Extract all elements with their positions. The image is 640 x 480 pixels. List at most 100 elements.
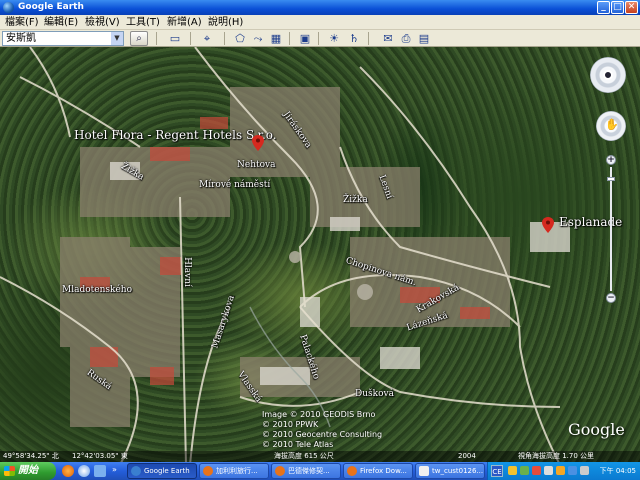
network-icon[interactable] bbox=[544, 466, 553, 475]
path-icon[interactable]: ⤳ bbox=[250, 31, 266, 46]
attribution-line: Image © 2010 GEODIS Brno bbox=[262, 410, 376, 419]
google-logo: Google bbox=[568, 420, 625, 439]
tray-app-icon[interactable] bbox=[580, 466, 589, 475]
attribution-line: © 2010 PPWK bbox=[262, 420, 319, 429]
menu-add[interactable]: 新增(A) bbox=[167, 16, 202, 29]
street-label: Žižka bbox=[343, 195, 368, 205]
start-button[interactable]: 開始 bbox=[0, 462, 56, 480]
attribution-line: © 2010 Tele Atlas bbox=[262, 440, 334, 449]
zoom-out-icon[interactable]: − bbox=[606, 293, 616, 303]
tray-app-icon[interactable] bbox=[508, 466, 517, 475]
street-label: Mladotenského bbox=[62, 285, 132, 295]
taskbar-button-label: 加利利旅行... bbox=[216, 467, 258, 475]
email-icon[interactable]: ✉ bbox=[380, 31, 396, 46]
ie-icon[interactable] bbox=[78, 465, 90, 477]
longitude-readout: 12°42'03.05" 東 bbox=[72, 452, 128, 460]
hand-icon: ✋ bbox=[605, 118, 619, 131]
tray-app-icon[interactable] bbox=[520, 466, 529, 475]
elevation-readout: 海拔高度 615 公尺 bbox=[274, 452, 334, 460]
search-value: 安斯凱 bbox=[6, 33, 36, 44]
poi-label-hotel[interactable]: Hotel Flora - Regent Hotels S.r.o. bbox=[74, 128, 277, 142]
google-earth-icon bbox=[3, 2, 14, 13]
look-around-control[interactable] bbox=[590, 57, 626, 93]
document-icon bbox=[419, 466, 429, 476]
menu-help[interactable]: 說明(H) bbox=[208, 16, 243, 29]
menu-tools[interactable]: 工具(T) bbox=[126, 16, 160, 29]
toolbar-separator bbox=[368, 32, 369, 45]
placemark-pin-icon[interactable] bbox=[542, 217, 554, 233]
search-button[interactable]: ⌕ bbox=[130, 31, 148, 46]
street-label: Mírové náměstí bbox=[199, 180, 271, 190]
taskbar-button-label: 巴德傑修契... bbox=[288, 467, 330, 475]
close-button[interactable]: ✕ bbox=[625, 1, 638, 14]
map-view[interactable]: Hotel Flora - Regent Hotels S.r.o. Espla… bbox=[0, 47, 640, 465]
taskbar-button-label: Firefox Dow... bbox=[360, 467, 407, 475]
clock[interactable]: 下午 04:05 bbox=[600, 462, 636, 480]
eye-altitude-readout: 視角海拔高度 1.70 公里 bbox=[518, 452, 595, 460]
placemark-pin-icon[interactable] bbox=[252, 135, 264, 151]
quicklaunch-more-icon[interactable]: » bbox=[112, 465, 117, 474]
imagery-year: 2004 bbox=[458, 452, 476, 460]
taskbar-button-file[interactable]: tw_cust0126... bbox=[415, 463, 485, 479]
firefox-icon[interactable] bbox=[62, 465, 74, 477]
volume-icon[interactable] bbox=[568, 466, 577, 475]
tray-app-icon[interactable] bbox=[532, 466, 541, 475]
zoom-slider[interactable]: + − bbox=[606, 155, 616, 305]
placemark-icon[interactable]: ⌖ bbox=[199, 31, 215, 46]
menu-bar: 檔案(F) 編輯(E) 檢視(V) 工具(T) 新增(A) 說明(H) bbox=[0, 15, 640, 30]
title-bar: Google Earth _ □ ✕ bbox=[0, 0, 640, 15]
firefox-icon bbox=[347, 466, 357, 476]
toolbar-separator bbox=[190, 32, 191, 45]
zoom-in-icon[interactable]: + bbox=[606, 155, 616, 165]
toolbar-separator bbox=[156, 32, 157, 45]
window-title: Google Earth bbox=[18, 2, 84, 12]
language-indicator[interactable]: CE bbox=[491, 465, 503, 477]
image-overlay-icon[interactable]: ▦ bbox=[268, 31, 284, 46]
street-label: Dušková bbox=[355, 389, 394, 399]
menu-edit[interactable]: 編輯(E) bbox=[44, 16, 78, 29]
map-features bbox=[0, 47, 570, 465]
start-label: 開始 bbox=[18, 465, 38, 476]
taskbar-button-firefox-2[interactable]: 巴德傑修契... bbox=[271, 463, 341, 479]
status-bar: 49°58'34.25" 北 12°42'03.05" 東 海拔高度 615 公… bbox=[0, 451, 640, 462]
taskbar-button-firefox-1[interactable]: 加利利旅行... bbox=[199, 463, 269, 479]
street-label: Hlavní bbox=[181, 257, 192, 287]
show-desktop-icon[interactable] bbox=[94, 465, 106, 477]
taskbar-button-google-earth[interactable]: Google Earth bbox=[127, 463, 197, 479]
firefox-icon bbox=[275, 466, 285, 476]
zoom-thumb[interactable] bbox=[607, 176, 615, 181]
search-icon: ⌕ bbox=[136, 33, 142, 44]
toolbar-separator bbox=[318, 32, 319, 45]
toolbar-separator bbox=[224, 32, 225, 45]
imagery-attribution: Image © 2010 GEODIS Brno © 2010 PPWK © 2… bbox=[262, 410, 382, 450]
print-icon[interactable]: ⎙ bbox=[398, 31, 414, 46]
eye-icon bbox=[603, 70, 613, 80]
minimize-button[interactable]: _ bbox=[597, 1, 610, 14]
latitude-readout: 49°58'34.25" 北 bbox=[3, 452, 59, 460]
tray-app-icon[interactable] bbox=[556, 466, 565, 475]
maps-icon[interactable]: ▤ bbox=[416, 31, 432, 46]
taskbar: 開始 » Google Earth 加利利旅行... 巴德傑修契... Fire… bbox=[0, 462, 640, 480]
taskbar-button-label: tw_cust0126... bbox=[432, 467, 484, 475]
zoom-track[interactable] bbox=[610, 167, 612, 291]
tour-icon[interactable]: ▣ bbox=[297, 31, 313, 46]
taskbar-button-firefox-downloads[interactable]: Firefox Dow... bbox=[343, 463, 413, 479]
maximize-button[interactable]: □ bbox=[611, 1, 624, 14]
menu-view[interactable]: 檢視(V) bbox=[85, 16, 120, 29]
attribution-line: © 2010 Geocentre Consulting bbox=[262, 430, 383, 439]
windows-logo-icon bbox=[4, 466, 15, 476]
menu-file[interactable]: 檔案(F) bbox=[5, 16, 39, 29]
street-label: Nehtova bbox=[237, 160, 276, 170]
sidebar-toggle-icon[interactable]: ▭ bbox=[167, 31, 183, 46]
sun-icon[interactable]: ☀ bbox=[326, 31, 342, 46]
planet-icon[interactable]: ♄ bbox=[346, 31, 362, 46]
toolbar-separator bbox=[289, 32, 290, 45]
taskbar-button-label: Google Earth bbox=[144, 467, 190, 475]
system-tray: CE 下午 04:05 bbox=[487, 462, 640, 480]
firefox-icon bbox=[203, 466, 213, 476]
google-earth-icon bbox=[131, 466, 141, 476]
move-control[interactable]: ✋ bbox=[596, 111, 626, 141]
polygon-icon[interactable]: ⬠ bbox=[232, 31, 248, 46]
chevron-down-icon[interactable]: ▼ bbox=[111, 32, 123, 45]
search-input[interactable]: 安斯凱 ▼ bbox=[2, 31, 124, 46]
